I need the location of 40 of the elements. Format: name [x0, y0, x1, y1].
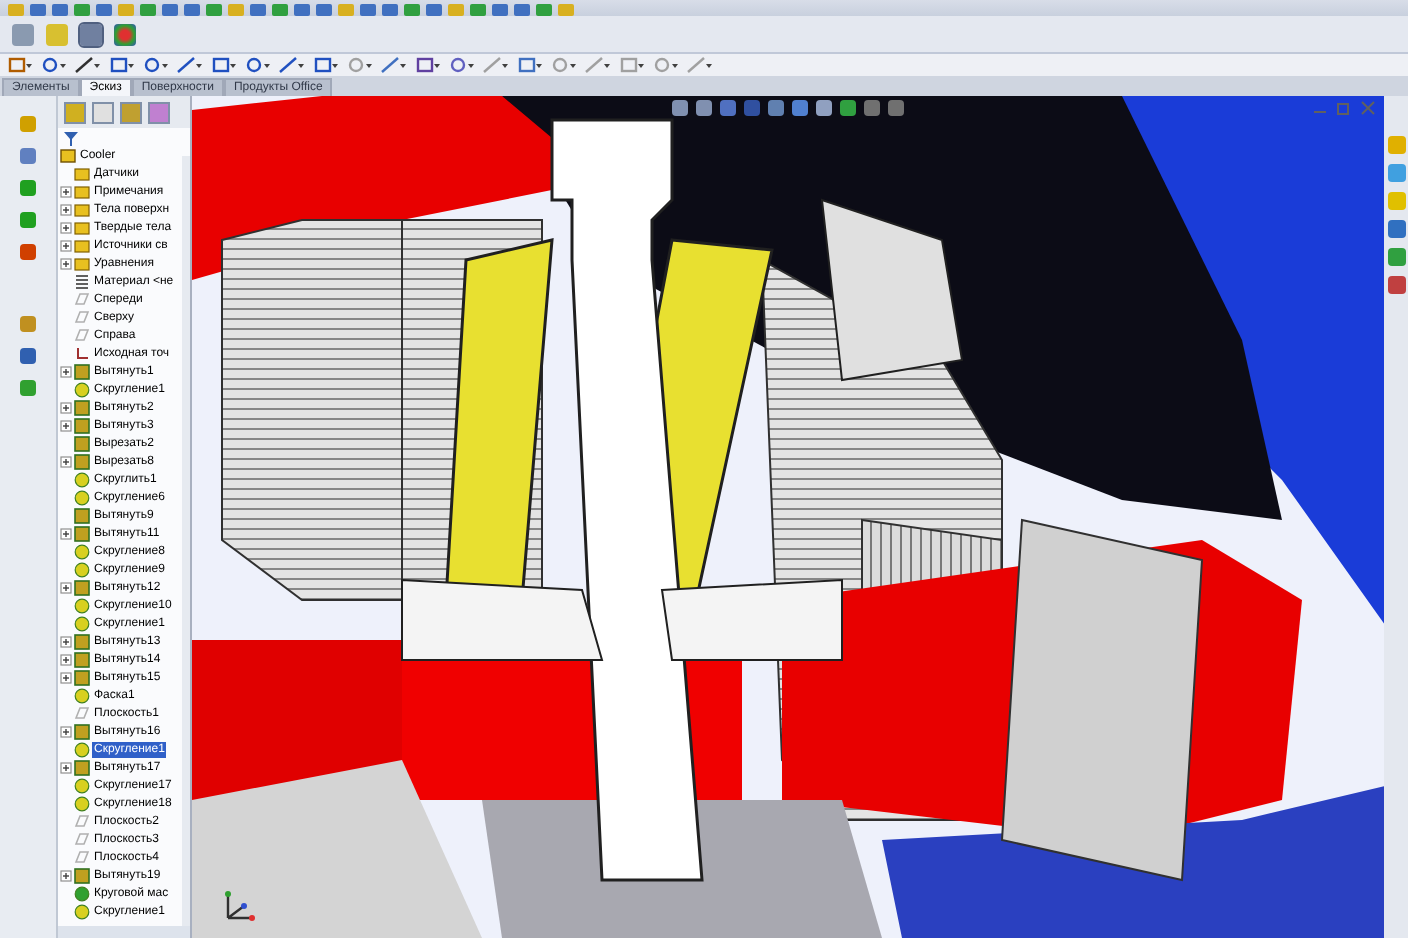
sketch-tool-icon[interactable] [414, 56, 440, 74]
horizontal-scrollbar[interactable] [58, 926, 190, 938]
expand-toggle-icon[interactable] [60, 365, 72, 377]
sketch-tool-icon[interactable] [312, 56, 338, 74]
sketch-tool-icon[interactable] [210, 56, 236, 74]
toolbar-icon[interactable] [12, 23, 34, 45]
plane-icon [74, 705, 90, 721]
expand-toggle-icon[interactable] [60, 401, 72, 413]
sketch-tool-icon[interactable] [448, 56, 474, 74]
expand-toggle-icon[interactable] [60, 761, 72, 773]
sketch-tool-icon[interactable] [244, 56, 270, 74]
expand-toggle-icon[interactable] [60, 257, 72, 269]
axis-triad-icon [220, 890, 256, 926]
expand-toggle-icon[interactable] [60, 527, 72, 539]
expand-toggle-icon[interactable] [60, 653, 72, 665]
vertical-scrollbar[interactable] [182, 156, 190, 926]
sketch-tool-icon[interactable] [176, 56, 202, 74]
expand-toggle-icon[interactable] [60, 419, 72, 431]
sketch-tool-icon[interactable] [142, 56, 168, 74]
expand-toggle-icon[interactable] [60, 725, 72, 737]
sketch-tool-icon[interactable] [6, 56, 32, 74]
expand-toggle-icon[interactable] [60, 203, 72, 215]
sketch-tool-icon[interactable] [278, 56, 304, 74]
expand-toggle-icon[interactable] [60, 581, 72, 593]
expand-toggle-icon[interactable] [60, 455, 72, 467]
sketch-tool-icon[interactable] [516, 56, 542, 74]
expand-toggle-icon[interactable] [60, 635, 72, 647]
expand-toggle-icon[interactable] [60, 221, 72, 233]
expand-toggle-icon[interactable] [60, 671, 72, 683]
part-icon [60, 147, 76, 163]
sketch-tool-icon[interactable] [108, 56, 134, 74]
origin-icon [74, 345, 90, 361]
sketch-tool-icon[interactable] [380, 56, 406, 74]
expand-toggle-icon[interactable] [60, 869, 72, 881]
filter-icon[interactable] [64, 132, 78, 146]
sketch-tool-icon[interactable] [74, 56, 100, 74]
expand-toggle-icon[interactable] [60, 185, 72, 197]
feature-icon [74, 273, 90, 289]
sketch-tool-icon[interactable] [40, 56, 66, 74]
expand-toggle-icon[interactable] [60, 239, 72, 251]
